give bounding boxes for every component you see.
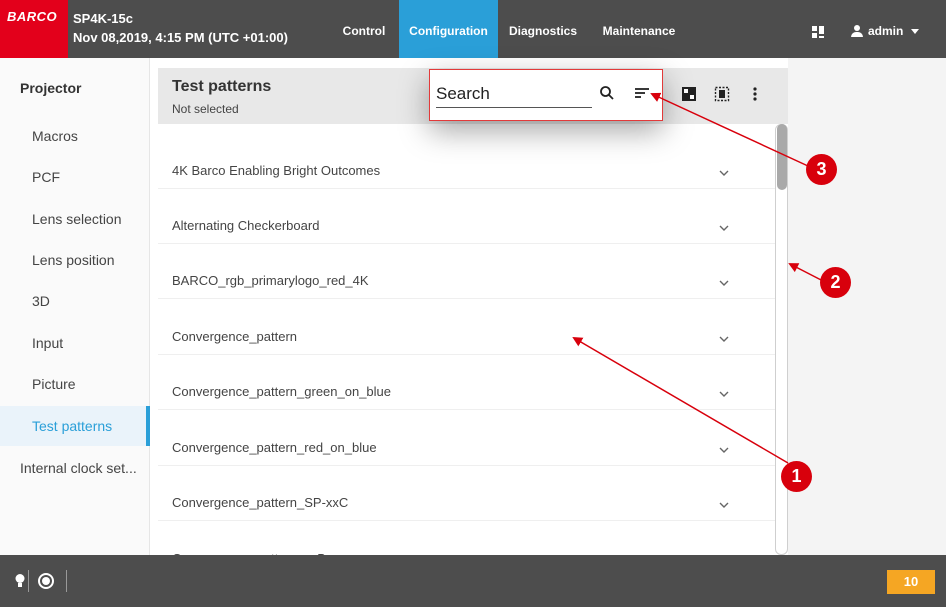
scrollbar-thumb[interactable] bbox=[777, 124, 787, 190]
shutter-icon[interactable] bbox=[38, 573, 54, 589]
sidebar-title: Projector bbox=[20, 80, 82, 96]
lamp-icon[interactable] bbox=[14, 573, 26, 589]
chevron-down-icon[interactable] bbox=[719, 502, 729, 509]
search-popover bbox=[429, 69, 663, 121]
sidebar-item-pcf[interactable]: PCF bbox=[0, 157, 150, 197]
notification-badge[interactable]: 10 bbox=[887, 570, 935, 594]
sidebar-item-lens-position[interactable]: Lens position bbox=[0, 240, 150, 280]
test-pattern-list: 4K Barco Enabling Bright Outcomes Altern… bbox=[158, 124, 775, 555]
barco-logo: BARCO bbox=[0, 0, 68, 58]
list-item[interactable]: Convergence_pattern_SP-xxC bbox=[158, 466, 775, 521]
page-title: Test patterns bbox=[172, 78, 272, 95]
list-item[interactable]: Alternating Checkerboard bbox=[158, 189, 775, 244]
sidebar-item-lens-selection[interactable]: Lens selection bbox=[0, 199, 150, 239]
sidebar-item-picture[interactable]: Picture bbox=[0, 364, 150, 404]
checkerboard-icon[interactable] bbox=[681, 86, 697, 102]
callout-1: 1 bbox=[781, 461, 812, 492]
sidebar-item-input[interactable]: Input bbox=[0, 323, 150, 363]
search-input[interactable] bbox=[436, 80, 592, 108]
user-icon bbox=[850, 25, 864, 37]
chevron-down-icon[interactable] bbox=[719, 280, 729, 287]
device-datetime: Nov 08,2019, 4:15 PM (UTC +01:00) bbox=[73, 30, 288, 45]
sidebar-item-3d[interactable]: 3D bbox=[0, 281, 150, 321]
divider bbox=[28, 570, 29, 592]
device-name: SP4K-15c bbox=[73, 11, 133, 26]
tab-configuration[interactable]: Configuration bbox=[399, 0, 498, 58]
list-item[interactable]: Convergence_pattern bbox=[158, 300, 775, 355]
callout-2: 2 bbox=[820, 267, 851, 298]
list-item-label: Convergence_pattern_xxB bbox=[172, 522, 326, 555]
list-item[interactable]: Convergence_pattern_red_on_blue bbox=[158, 411, 775, 466]
sidebar: Projector Macros PCF Lens selection Lens… bbox=[0, 58, 150, 555]
fit-screen-icon[interactable] bbox=[714, 86, 730, 102]
tab-maintenance[interactable]: Maintenance bbox=[592, 0, 686, 58]
sidebar-item-test-patterns[interactable]: Test patterns bbox=[0, 406, 150, 446]
list-item[interactable]: BARCO_rgb_primarylogo_red_4K bbox=[158, 244, 775, 299]
status-bar bbox=[0, 555, 946, 607]
tab-diagnostics[interactable]: Diagnostics bbox=[502, 0, 584, 58]
divider bbox=[66, 570, 67, 592]
user-menu[interactable]: admin bbox=[850, 24, 920, 38]
more-vert-icon[interactable] bbox=[751, 86, 759, 102]
right-pane bbox=[788, 58, 946, 555]
chevron-down-icon[interactable] bbox=[719, 447, 729, 454]
sidebar-item-internal-clock[interactable]: Internal clock set... bbox=[0, 448, 150, 488]
chevron-down-icon bbox=[911, 28, 920, 34]
callout-3: 3 bbox=[806, 154, 837, 185]
list-item[interactable]: Convergence_pattern_green_on_blue bbox=[158, 355, 775, 410]
chevron-down-icon[interactable] bbox=[719, 170, 729, 177]
dashboard-grid-icon[interactable] bbox=[812, 26, 824, 38]
chevron-down-icon[interactable] bbox=[719, 225, 729, 232]
search-icon[interactable] bbox=[599, 85, 615, 101]
chevron-down-icon[interactable] bbox=[719, 336, 729, 343]
chevron-down-icon[interactable] bbox=[719, 391, 729, 398]
list-item[interactable]: Convergence_pattern_xxB bbox=[158, 522, 775, 555]
selection-status: Not selected bbox=[172, 102, 239, 116]
sidebar-item-macros[interactable]: Macros bbox=[0, 116, 150, 156]
user-name: admin bbox=[868, 24, 904, 38]
logo-text: BARCO bbox=[7, 9, 58, 24]
top-bar: BARCO SP4K-15c Nov 08,2019, 4:15 PM (UTC… bbox=[0, 0, 946, 58]
tab-control[interactable]: Control bbox=[332, 0, 396, 58]
sort-icon[interactable] bbox=[634, 87, 650, 99]
list-item[interactable]: 4K Barco Enabling Bright Outcomes bbox=[158, 134, 775, 189]
